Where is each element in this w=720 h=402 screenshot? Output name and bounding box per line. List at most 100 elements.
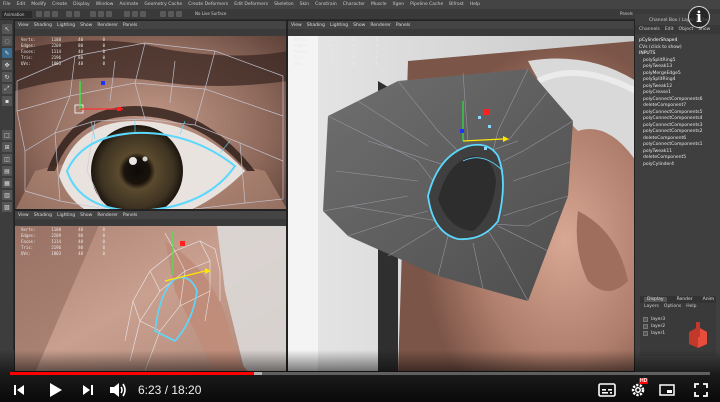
fullscreen-button[interactable] xyxy=(690,379,712,401)
hud-label: UVs: xyxy=(21,61,31,66)
tab-channels[interactable]: Channels xyxy=(639,27,660,32)
renderer-menu[interactable]: Renderer xyxy=(97,23,118,28)
show-menu[interactable]: Show xyxy=(80,23,92,28)
maya-menu-edit[interactable]: Edit xyxy=(17,2,26,7)
panels-menu[interactable]: Panels xyxy=(396,23,410,28)
help-menu[interactable]: Help xyxy=(686,304,696,309)
show-menu[interactable]: Show xyxy=(353,23,365,28)
miniplayer-button[interactable] xyxy=(656,379,678,401)
played-bar xyxy=(10,372,254,375)
maya-menu-geometry-cache[interactable]: Geometry Cache xyxy=(144,2,182,7)
maya-toolbox: ↖ ◌ ✎ ✥ ↻ ⤢ ▪ □ ⊞ ◫ ▤ ▦ ▥ ▧ xyxy=(0,20,14,350)
player-controls: 6:23 / 18:20 HD xyxy=(0,377,720,402)
maya-status-line: Animation No Live Surface Panels xyxy=(0,9,720,20)
hud-row: UVs: 1803 48 0 xyxy=(21,251,105,257)
next-button[interactable] xyxy=(77,379,99,401)
open-scene-icon xyxy=(44,11,50,17)
lighting-menu[interactable]: Lighting xyxy=(57,23,75,28)
viewport-toolbar xyxy=(15,219,286,226)
two-pane-icon: ◫ xyxy=(2,154,12,164)
view-menu[interactable]: View xyxy=(291,23,302,28)
play-icon xyxy=(50,383,62,397)
maya-menu-display[interactable]: Display xyxy=(73,2,90,7)
volume-icon xyxy=(110,383,126,397)
layer-name: layer3 xyxy=(651,317,666,322)
viewport-perspective[interactable]: View Shading Lighting Show Renderer Pane… xyxy=(287,20,635,372)
maya-menu-animate[interactable]: Animate xyxy=(119,2,138,7)
mode-selector: Animation xyxy=(2,11,32,18)
volume-button[interactable] xyxy=(107,379,129,401)
maya-menu-create-deformers[interactable]: Create Deformers xyxy=(188,2,228,7)
layers-menu[interactable]: Layers xyxy=(644,304,659,309)
maya-menu-help[interactable]: Help xyxy=(470,2,480,7)
hud-value: 0 xyxy=(375,61,378,66)
maya-menu-skeleton[interactable]: Skeleton xyxy=(274,2,293,7)
video-frame[interactable]: File Edit Modify Create Display Window Animate… xyxy=(0,0,720,402)
maya-menu-character[interactable]: Character xyxy=(343,2,365,7)
maya-menu-muscle[interactable]: Muscle xyxy=(371,2,387,7)
maya-menu-window[interactable]: Window xyxy=(96,2,114,7)
single-pane-icon: □ xyxy=(2,130,12,140)
hd-badge: HD xyxy=(639,378,649,384)
rotate-tool-icon: ↻ xyxy=(2,72,12,82)
maya-menu-create[interactable]: Create xyxy=(52,2,67,7)
select-component-icon xyxy=(106,11,112,17)
maya-menu-skin[interactable]: Skin xyxy=(300,2,310,7)
maya-menu-edit-deformers[interactable]: Edit Deformers xyxy=(234,2,268,7)
shading-menu[interactable]: Shading xyxy=(34,23,52,28)
shading-menu[interactable]: Shading xyxy=(307,23,325,28)
subtitles-icon xyxy=(598,383,616,397)
hud-value: 48 xyxy=(78,61,83,66)
layer-tabs: Display Render Anim xyxy=(640,296,716,303)
tab-edit[interactable]: Edit xyxy=(665,27,674,32)
hud-label: UVs: xyxy=(21,251,31,256)
info-icon[interactable]: i xyxy=(688,6,710,28)
tab-object[interactable]: Object xyxy=(679,27,694,32)
four-pane-icon: ⊞ xyxy=(2,142,12,152)
live-surface-label: No Live Surface xyxy=(195,11,227,16)
hud-value: 1803 xyxy=(51,61,61,66)
prev-button[interactable] xyxy=(8,379,30,401)
shading-menu[interactable]: Shading xyxy=(34,213,52,218)
maya-menu-constrain[interactable]: Constrain xyxy=(315,2,337,7)
lighting-menu[interactable]: Lighting xyxy=(330,23,348,28)
scale-tool-icon: ⤢ xyxy=(2,84,12,94)
play-button[interactable] xyxy=(44,379,66,401)
channel-box-tabs: Channels Edit Object Show xyxy=(635,25,720,34)
channel-logo xyxy=(689,322,707,348)
redo-icon xyxy=(74,11,80,17)
new-scene-icon xyxy=(36,11,42,17)
subtitles-button[interactable] xyxy=(596,379,618,401)
options-menu[interactable]: Options xyxy=(664,304,681,309)
snap-point-icon xyxy=(140,11,146,17)
view-menu[interactable]: View xyxy=(18,23,29,28)
maya-menu-bifrost[interactable]: Bifrost xyxy=(449,2,464,7)
panels-menu[interactable]: Panels xyxy=(123,23,137,28)
lighting-menu[interactable]: Lighting xyxy=(57,213,75,218)
tab-anim[interactable]: Anim xyxy=(703,297,715,302)
layer-visibility-icon[interactable] xyxy=(643,324,648,329)
viewport-top-left[interactable]: View Shading Lighting Show Renderer Pane… xyxy=(14,20,287,210)
maya-menu-modify[interactable]: Modify xyxy=(31,2,46,7)
render-icon xyxy=(160,11,166,17)
poly-count-hud: Verts: 1188 40 0 Edges: 2209 80 0 Faces: 1114 40 0 T… xyxy=(21,37,105,67)
input-node[interactable]: polyCylinder4 xyxy=(635,162,720,169)
maya-menu-file[interactable]: File xyxy=(3,2,11,7)
progress-bar[interactable] xyxy=(10,372,710,375)
tab-render[interactable]: Render xyxy=(677,297,693,302)
viewport-bottom-left[interactable]: View Shading Lighting Show Renderer Pane… xyxy=(14,210,287,372)
select-object-icon xyxy=(98,11,104,17)
show-menu[interactable]: Show xyxy=(80,213,92,218)
settings-button[interactable]: HD xyxy=(627,378,649,401)
maya-menu-pipeline-cache[interactable]: Pipeline Cache xyxy=(410,2,443,7)
tab-display[interactable]: Display xyxy=(644,297,667,302)
layer-visibility-icon[interactable] xyxy=(643,331,648,336)
viewport-menu: View Shading Lighting Show Renderer Pane… xyxy=(15,211,286,219)
view-menu[interactable]: View xyxy=(18,213,29,218)
layer-visibility-icon[interactable] xyxy=(643,317,648,322)
panels-menu[interactable]: Panels xyxy=(123,213,137,218)
renderer-menu[interactable]: Renderer xyxy=(97,213,118,218)
snap-curve-icon xyxy=(132,11,138,17)
renderer-menu[interactable]: Renderer xyxy=(370,23,391,28)
maya-menu-xgen[interactable]: Xgen xyxy=(393,2,405,7)
